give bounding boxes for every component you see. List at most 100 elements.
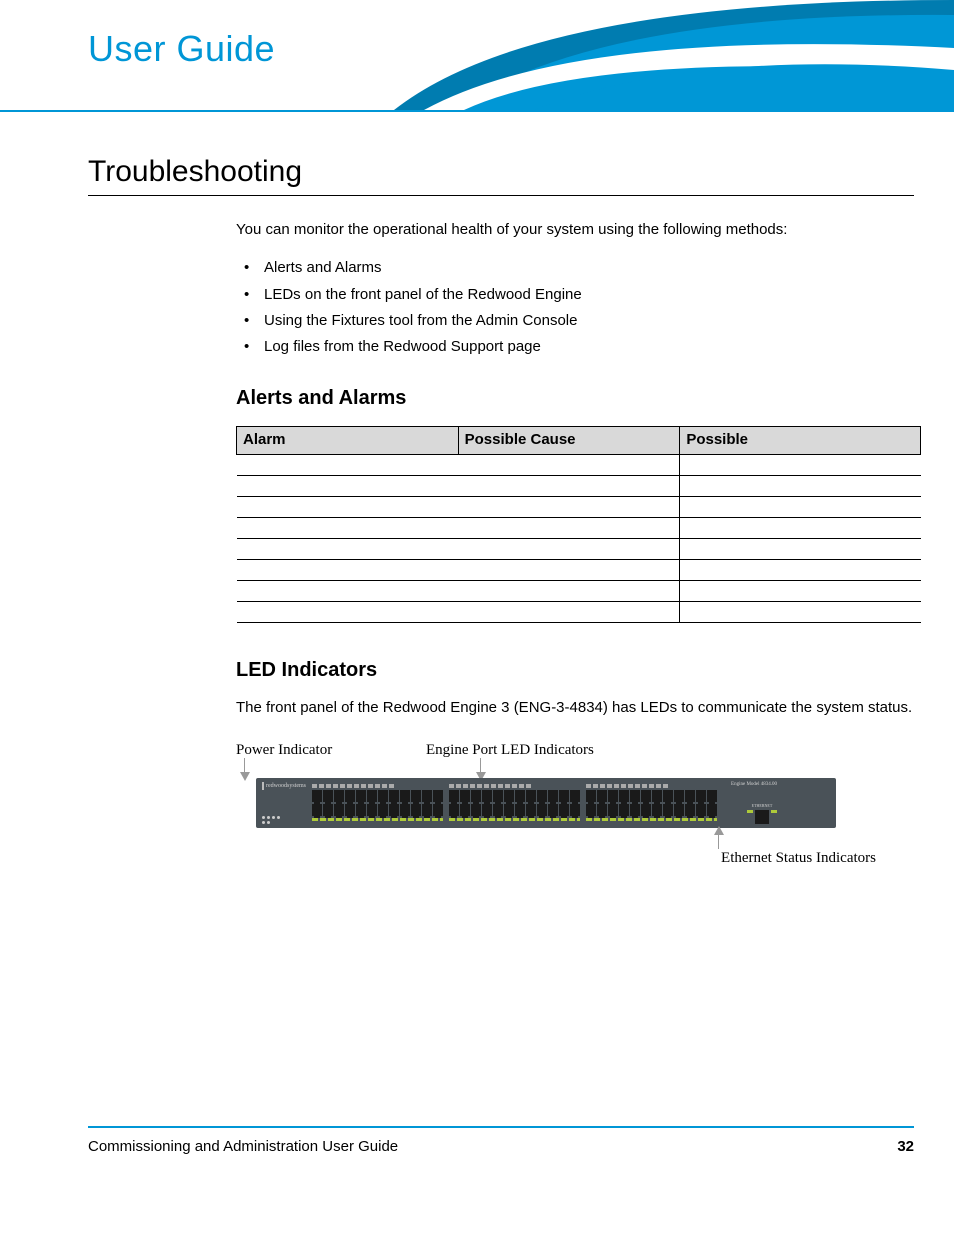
ethernet-port-icon (755, 810, 769, 824)
list-item: Using the Fixtures tool from the Admin C… (236, 311, 914, 331)
rj45-port-icon (586, 790, 596, 802)
header-swoosh-graphic (394, 0, 954, 115)
rj45-port-icon (526, 790, 536, 802)
rj45-port-icon (619, 790, 629, 802)
page-footer: Commissioning and Administration User Gu… (88, 1126, 914, 1155)
rj45-port-icon (334, 790, 344, 802)
rj45-port-icon (367, 790, 377, 802)
rj45-port-icon (537, 790, 547, 802)
rj45-port-icon (323, 804, 333, 816)
rj45-port-icon (685, 804, 695, 816)
rj45-port-icon (663, 790, 673, 802)
port-group (449, 784, 580, 821)
eth-led-icon (747, 810, 753, 813)
rj45-port-icon (312, 804, 322, 816)
rj45-port-icon (641, 804, 651, 816)
rj45-port-icon (570, 804, 580, 816)
rj45-port-icon (389, 790, 399, 802)
rj45-port-icon (707, 790, 717, 802)
port-group (312, 784, 443, 821)
rj45-port-icon (433, 790, 443, 802)
rj45-port-icon (504, 790, 514, 802)
rj45-port-icon (378, 804, 388, 816)
device-logo: redwoodsystems (262, 782, 306, 790)
rj45-port-icon (345, 790, 355, 802)
brand-title: User Guide (88, 28, 275, 70)
rj45-port-icon (422, 804, 432, 816)
rj45-port-icon (482, 790, 492, 802)
rj45-port-icon (356, 804, 366, 816)
rj45-port-icon (334, 804, 344, 816)
rj45-port-icon (696, 804, 706, 816)
rj45-port-icon (597, 790, 607, 802)
list-item: Alerts and Alarms (236, 258, 914, 278)
rj45-port-icon (471, 790, 481, 802)
rj45-port-icon (312, 790, 322, 802)
rj45-port-icon (460, 804, 470, 816)
rj45-port-icon (323, 790, 333, 802)
methods-list: Alerts and Alarms LEDs on the front pane… (236, 258, 914, 357)
rj45-port-icon (696, 790, 706, 802)
alerts-heading: Alerts and Alarms (236, 385, 914, 412)
table-row (237, 517, 921, 538)
rj45-port-icon (400, 790, 410, 802)
led-heading: LED Indicators (236, 657, 914, 684)
rj45-port-icon (674, 804, 684, 816)
rj45-port-icon (608, 804, 618, 816)
rj45-port-icon (449, 804, 459, 816)
rj45-port-icon (422, 790, 432, 802)
arrow-line (718, 835, 719, 849)
rj45-port-icon (460, 790, 470, 802)
rj45-port-icon (526, 804, 536, 816)
status-led-cluster (262, 816, 282, 824)
page-content: Troubleshooting You can monitor the oper… (88, 155, 914, 880)
rj45-port-icon (515, 804, 525, 816)
list-item: Log files from the Redwood Support page (236, 337, 914, 357)
logo-icon (262, 782, 264, 790)
rj45-port-icon (400, 804, 410, 816)
page-title: Troubleshooting (88, 155, 914, 196)
page-number: 32 (897, 1138, 914, 1155)
rj45-port-icon (548, 804, 558, 816)
rj45-port-icon (411, 804, 421, 816)
page-header: User Guide (0, 0, 954, 115)
port-group (586, 784, 717, 821)
rj45-port-icon (504, 804, 514, 816)
power-indicator-label: Power Indicator (236, 740, 332, 760)
rj45-port-icon (652, 790, 662, 802)
rj45-port-icon (663, 804, 673, 816)
intro-text: You can monitor the operational health o… (236, 220, 914, 240)
ethernet-status-label: Ethernet Status Indicators (721, 848, 876, 868)
rj45-port-icon (559, 790, 569, 802)
table-row (237, 454, 921, 475)
rj45-port-icon (482, 804, 492, 816)
rj45-port-icon (515, 790, 525, 802)
rj45-port-icon (641, 790, 651, 802)
rj45-port-icon (570, 790, 580, 802)
rj45-port-icon (652, 804, 662, 816)
rj45-port-icon (630, 804, 640, 816)
rj45-port-icon (433, 804, 443, 816)
arrow-line (480, 758, 481, 772)
th-alarm: Alarm (237, 427, 459, 454)
rj45-port-icon (586, 804, 596, 816)
rj45-port-icon (619, 804, 629, 816)
rj45-port-icon (493, 804, 503, 816)
list-item: LEDs on the front panel of the Redwood E… (236, 285, 914, 305)
network-device: redwoodsystems Engine Model 4834.00 (256, 778, 836, 828)
rj45-port-icon (674, 790, 684, 802)
device-right-panel: Engine Model 4834.00 ETHERNET (723, 782, 777, 824)
rj45-port-icon (378, 790, 388, 802)
th-cause: Possible Cause (458, 427, 680, 454)
header-rule (0, 110, 954, 112)
table-row (237, 475, 921, 496)
rj45-port-icon (356, 790, 366, 802)
table-row (237, 496, 921, 517)
arrow-line (244, 758, 245, 772)
eth-led-icon (771, 810, 777, 813)
rj45-port-icon (597, 804, 607, 816)
alarm-table: Alarm Possible Cause Possible (236, 426, 921, 622)
arrow-down-icon (240, 772, 250, 781)
led-description: The front panel of the Redwood Engine 3 … (236, 698, 914, 718)
rj45-port-icon (537, 804, 547, 816)
